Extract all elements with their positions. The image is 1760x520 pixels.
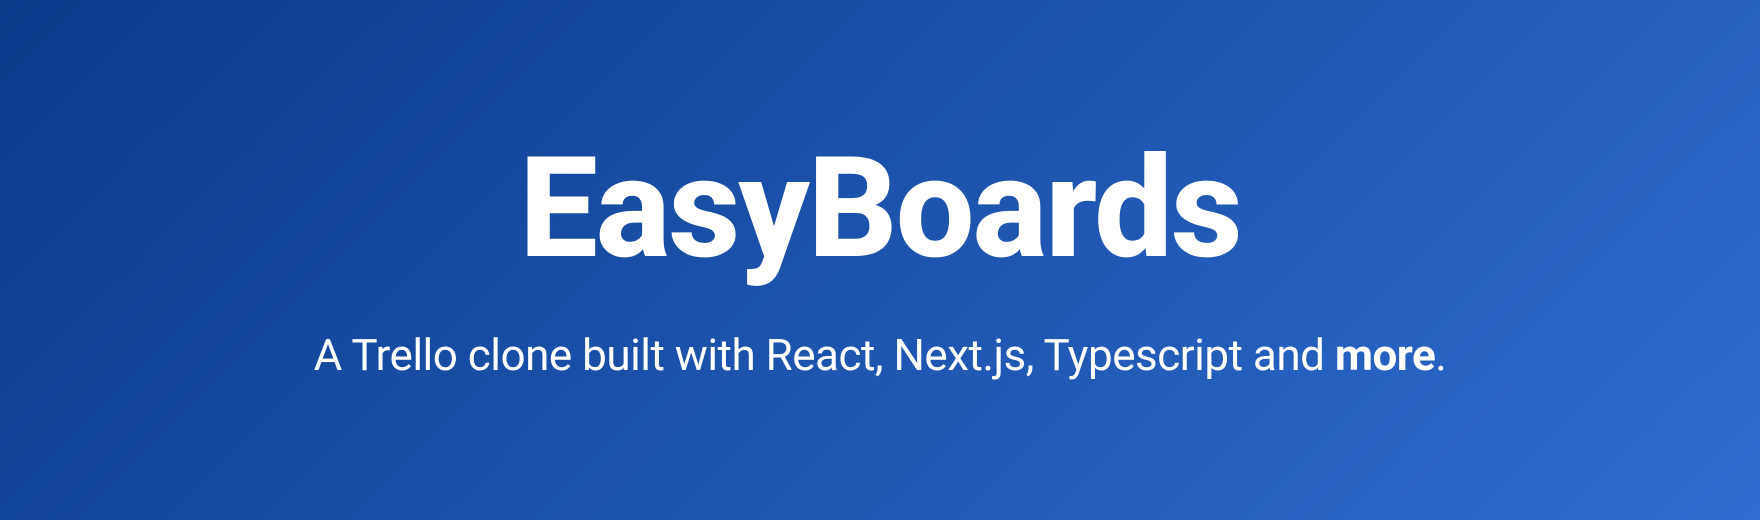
hero-subtitle-suffix: . (1435, 329, 1446, 381)
hero-subtitle: A Trello clone built with React, Next.js… (314, 329, 1447, 381)
hero-subtitle-bold: more (1335, 329, 1435, 381)
hero-subtitle-prefix: A Trello clone built with React, Next.js… (314, 329, 1335, 381)
hero-title: EasyBoards (519, 139, 1240, 279)
